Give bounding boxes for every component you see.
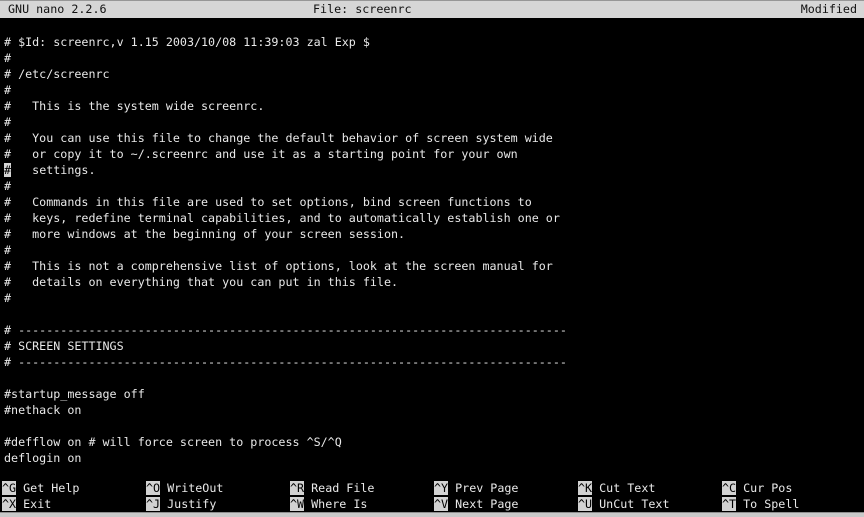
shortcut-label: Cut Text [592,481,655,495]
shortcut-key: ^X [2,497,16,511]
shortcut-cut-text: ^K Cut Text [578,480,722,496]
editor-line: # SCREEN SETTINGS [4,338,864,354]
shortcut-label: To Spell [736,497,799,511]
shortcut-label: Get Help [16,481,79,495]
shortcut-writeout: ^O WriteOut [146,480,290,496]
editor-line [4,370,864,386]
shortcut-label: Where Is [304,497,367,511]
shortcut-label: Read File [304,481,374,495]
shortcut-label: Next Page [448,497,518,511]
shortcut-key: ^O [146,481,160,495]
editor-line: # --------------------------------------… [4,322,864,338]
shortcut-exit: ^X Exit [2,496,146,512]
shortcut-row: ^X Exit^J Justify^W Where Is^V Next Page… [2,496,864,512]
terminal-screen[interactable]: GNU nano 2.2.6 File: screenrc Modified #… [0,0,864,517]
shortcut-next-page: ^V Next Page [434,496,578,512]
shortcut-key: ^W [290,497,304,511]
shortcut-label: Justify [160,497,216,511]
editor-line: # You can use this file to change the de… [4,130,864,146]
shortcut-label: Exit [16,497,51,511]
editor-line [4,418,864,434]
shortcut-key: ^Y [434,481,448,495]
editor-line: # /etc/screenrc [4,66,864,82]
file-name: File: screenrc [313,1,412,18]
shortcut-key: ^U [578,497,592,511]
nano-titlebar: GNU nano 2.2.6 File: screenrc Modified [0,0,864,18]
editor-line: # [4,242,864,258]
shortcut-label: WriteOut [160,481,223,495]
editor-line: # $Id: screenrc,v 1.15 2003/10/08 11:39:… [4,34,864,50]
shortcut-where-is: ^W Where Is [290,496,434,512]
editor-line: #startup_message off [4,386,864,402]
shortcut-justify: ^J Justify [146,496,290,512]
shortcut-label: UnCut Text [592,497,669,511]
editor-line: # Commands in this file are used to set … [4,194,864,210]
text-cursor: # [4,163,11,177]
shortcut-bar: ^G Get Help^O WriteOut^R Read File^Y Pre… [2,480,864,512]
shortcut-key: ^V [434,497,448,511]
shortcut-key: ^R [290,481,304,495]
shortcut-key: ^C [722,481,736,495]
editor-line: #defflow on # will force screen to proce… [4,434,864,450]
editor-line: # --------------------------------------… [4,354,864,370]
shortcut-prev-page: ^Y Prev Page [434,480,578,496]
editor-line: # [4,82,864,98]
editor-line: # [4,178,864,194]
shortcut-key: ^T [722,497,736,511]
editor-line: #nethack on [4,402,864,418]
shortcut-label: Cur Pos [736,481,792,495]
editor-area[interactable]: # $Id: screenrc,v 1.15 2003/10/08 11:39:… [4,34,864,466]
editor-line: # [4,114,864,130]
shortcut-label: Prev Page [448,481,518,495]
editor-line: # more windows at the beginning of your … [4,226,864,242]
shortcut-key: ^K [578,481,592,495]
window-bottom-edge [0,512,864,517]
shortcut-uncut-text: ^U UnCut Text [578,496,722,512]
editor-line [4,306,864,322]
editor-line: # keys, redefine terminal capabilities, … [4,210,864,226]
editor-line: # details on everything that you can put… [4,274,864,290]
shortcut-cur-pos: ^C Cur Pos [722,480,864,496]
shortcut-to-spell: ^T To Spell [722,496,864,512]
shortcut-get-help: ^G Get Help [2,480,146,496]
editor-line: # settings. [4,162,864,178]
app-title: GNU nano 2.2.6 [8,1,107,18]
editor-line: # This is not a comprehensive list of op… [4,258,864,274]
modified-badge: Modified [801,1,857,18]
shortcut-read-file: ^R Read File [290,480,434,496]
editor-line: # This is the system wide screenrc. [4,98,864,114]
editor-line: # [4,50,864,66]
editor-line: # or copy it to ~/.screenrc and use it a… [4,146,864,162]
editor-line: deflogin on [4,450,864,466]
shortcut-key: ^G [2,481,16,495]
shortcut-key: ^J [146,497,160,511]
shortcut-row: ^G Get Help^O WriteOut^R Read File^Y Pre… [2,480,864,496]
editor-line: # [4,290,864,306]
